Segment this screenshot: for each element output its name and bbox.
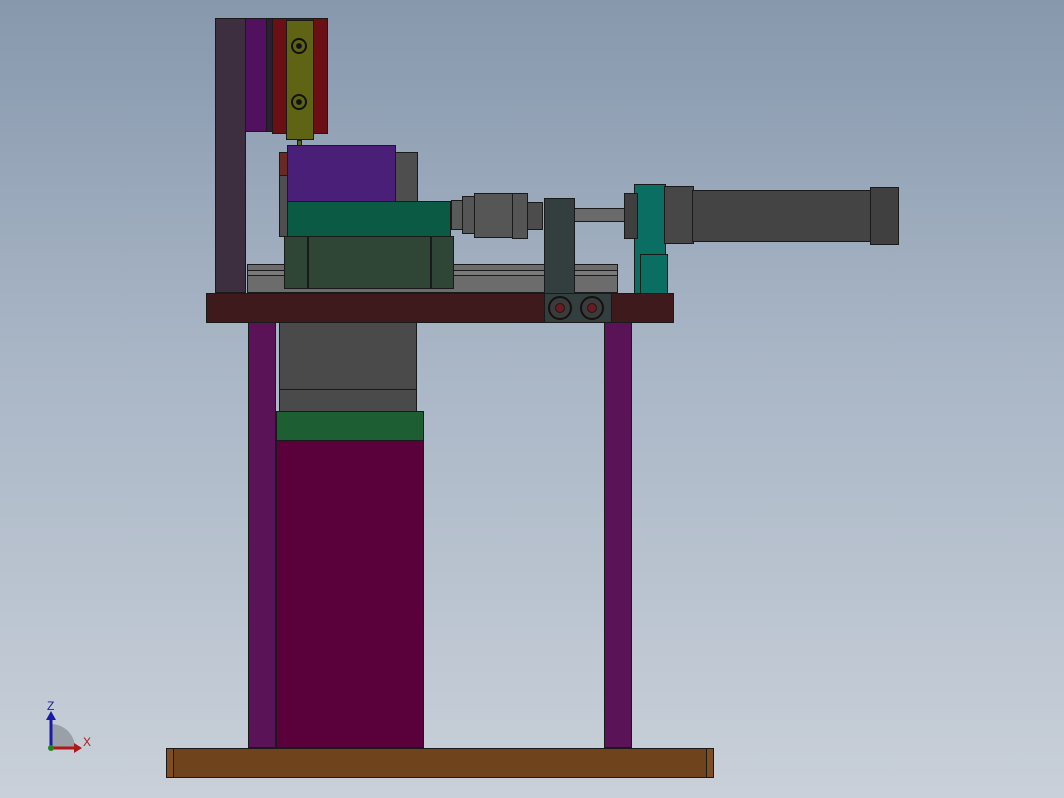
column[interactable] xyxy=(215,18,246,293)
cylinder-body[interactable] xyxy=(692,190,872,242)
cylinder-cap[interactable] xyxy=(664,186,694,244)
triad-z-label: Z xyxy=(47,699,55,713)
cylinder-flange[interactable] xyxy=(624,193,638,239)
base-plate[interactable] xyxy=(166,748,714,778)
cylinder-end-cap[interactable] xyxy=(870,187,899,245)
base-plate-end-right xyxy=(706,748,714,778)
clamp-screw-top-center xyxy=(296,43,302,49)
gearbox[interactable] xyxy=(279,322,417,390)
slide-block-divider-left xyxy=(307,236,309,289)
bracket-screw-left-center xyxy=(555,303,565,313)
motor-body[interactable] xyxy=(276,440,424,748)
leg-left[interactable] xyxy=(248,322,276,748)
clamp-screw-bottom-center xyxy=(296,99,302,105)
cad-model-viewport[interactable]: Z X xyxy=(0,0,1064,798)
bracket-screw-right-center xyxy=(587,303,597,313)
carriage[interactable] xyxy=(287,201,451,238)
lock-nut[interactable] xyxy=(512,193,528,239)
leg-right[interactable] xyxy=(604,322,632,748)
triad-x-label: X xyxy=(83,735,92,749)
coupling-body[interactable] xyxy=(474,193,514,238)
base-plate-end-left xyxy=(166,748,174,778)
slide-block[interactable] xyxy=(284,236,454,289)
cylinder-mount-cutout xyxy=(640,254,668,294)
piston-rod[interactable] xyxy=(574,208,626,222)
triad-origin xyxy=(48,745,54,751)
slide-block-divider-right xyxy=(430,236,432,289)
triad-quadrant xyxy=(51,724,75,748)
x-arrowhead xyxy=(74,743,82,753)
lock-washer xyxy=(527,202,543,230)
motor-ring[interactable] xyxy=(276,411,424,442)
carriage-top[interactable] xyxy=(287,145,396,202)
gearbox-lower xyxy=(279,389,417,413)
